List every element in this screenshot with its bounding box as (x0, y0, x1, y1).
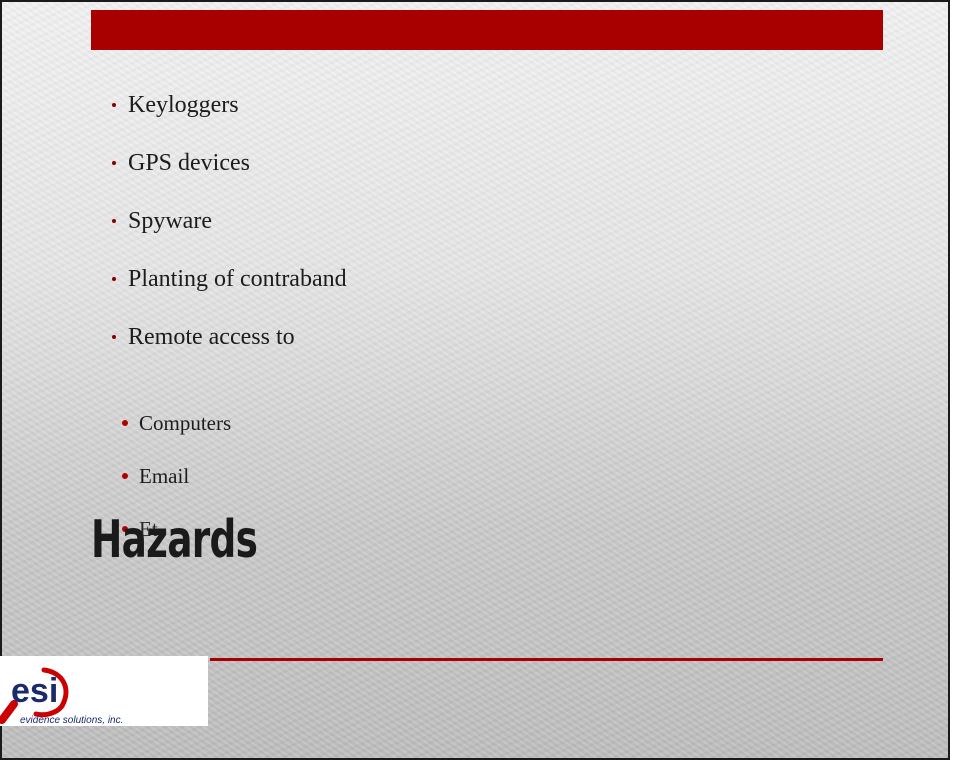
bullet-text: GPS devices (128, 150, 250, 176)
company-logo: esi evidence solutions, inc. (0, 656, 208, 726)
sub-bullet-dot-icon (122, 473, 128, 479)
sub-bullet-text: Computers (139, 411, 232, 435)
title-accent-bar (91, 10, 883, 50)
bullet-dot-icon (112, 277, 116, 281)
sub-bullet-text: Email (139, 464, 190, 488)
bullet-text: Spyware (128, 208, 212, 234)
sub-bullet-dot-icon (122, 420, 128, 426)
bullet-dot-icon (112, 161, 116, 165)
footer-accent-line (210, 658, 883, 661)
bullet-dot-icon (112, 219, 116, 223)
bullet-dot-icon (112, 103, 116, 107)
slide-title: Hazards (91, 510, 258, 570)
bullet-text: Keyloggers (128, 92, 239, 118)
bullet-text: Planting of contraband (128, 266, 347, 292)
logo-tagline: evidence solutions, inc. (20, 715, 124, 726)
logo-wordmark: esi (11, 672, 58, 710)
slide: Keyloggers GPS devices Spyware Planting … (0, 0, 950, 760)
bullet-dot-icon (112, 335, 116, 339)
bullet-text: Remote access to (128, 324, 295, 350)
